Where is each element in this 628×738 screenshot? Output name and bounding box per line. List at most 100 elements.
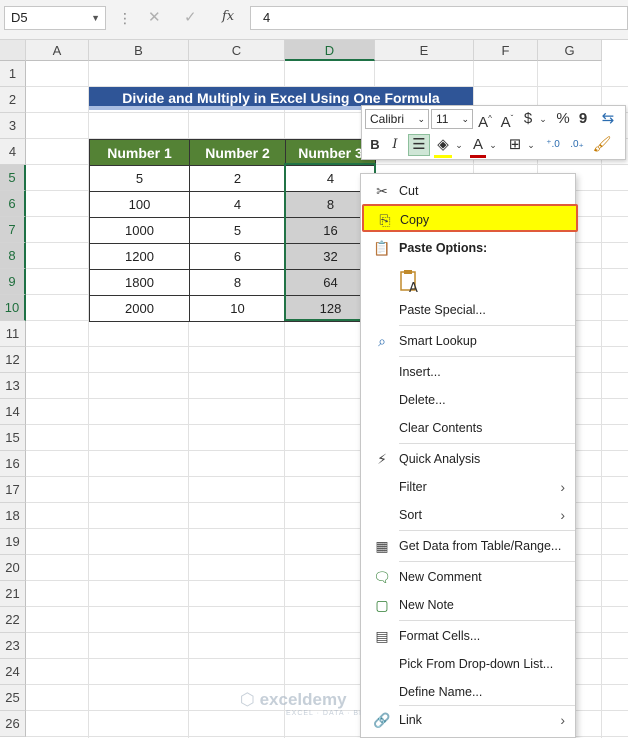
percent-icon[interactable]: % (554, 109, 572, 129)
menu-label: Pick From Drop-down List... (399, 657, 554, 671)
row-header-5[interactable]: 5 (0, 165, 26, 191)
row-header-25[interactable]: 25 (0, 685, 26, 711)
scissors-icon: ✂ (376, 183, 388, 199)
currency-icon[interactable]: $ (520, 109, 536, 129)
row-header-17[interactable]: 17 (0, 477, 26, 503)
row-header-16[interactable]: 16 (0, 451, 26, 477)
row-header-2[interactable]: 2 (0, 87, 26, 113)
column-header-e[interactable]: E (375, 40, 474, 61)
font-color-icon[interactable]: A (470, 135, 486, 158)
row-header-20[interactable]: 20 (0, 555, 26, 581)
menu-item-cut[interactable]: ✂ Cut (361, 177, 575, 205)
row-header-23[interactable]: 23 (0, 633, 26, 659)
row-header-11[interactable]: 11 (0, 321, 26, 347)
row-header-10[interactable]: 10 (0, 295, 26, 321)
row-header-26[interactable]: 26 (0, 711, 26, 737)
row-header-18[interactable]: 18 (0, 503, 26, 529)
table-header-cell[interactable]: Number 1 (89, 139, 190, 166)
menu-item-pick-dropdown[interactable]: Pick From Drop-down List... (361, 650, 575, 678)
table-cell[interactable]: 8 (189, 269, 286, 296)
chevron-down-icon[interactable]: ⌄ (538, 109, 548, 129)
row-header-6[interactable]: 6 (0, 191, 26, 217)
table-cell[interactable]: 1800 (89, 269, 190, 296)
increase-decimal-icon[interactable]: ⁺.0 (542, 135, 564, 155)
row-header-21[interactable]: 21 (0, 581, 26, 607)
fill-color-icon[interactable]: ◈ (434, 135, 452, 158)
table-cell[interactable]: 4 (189, 191, 286, 218)
row-header-14[interactable]: 14 (0, 399, 26, 425)
menu-item-link[interactable]: 🔗 Link › (361, 706, 575, 734)
row-header-3[interactable]: 3 (0, 113, 26, 139)
table-cell[interactable]: 2000 (89, 295, 190, 322)
table-cell[interactable]: 6 (189, 243, 286, 270)
table-cell[interactable]: 1000 (89, 217, 190, 244)
column-header-g[interactable]: G (538, 40, 602, 61)
menu-item-define-name[interactable]: Define Name... (361, 678, 575, 706)
row-header-12[interactable]: 12 (0, 347, 26, 373)
column-header-f[interactable]: F (474, 40, 538, 61)
chevron-down-icon[interactable]: ▼ (91, 7, 100, 29)
row-header-13[interactable]: 13 (0, 373, 26, 399)
row-header-7[interactable]: 7 (0, 217, 26, 243)
menu-item-get-data[interactable]: ▦ Get Data from Table/Range... (361, 532, 575, 560)
row-header-19[interactable]: 19 (0, 529, 26, 555)
menu-item-smart-lookup[interactable]: ⌕ Smart Lookup (361, 327, 575, 355)
column-header-b[interactable]: B (89, 40, 189, 61)
row-header-4[interactable]: 4 (0, 139, 26, 165)
column-header-c[interactable]: C (189, 40, 285, 61)
font-name-value: Calibri (370, 112, 405, 126)
font-size-select[interactable]: 11 ⌄ (431, 109, 473, 129)
decrease-font-icon[interactable]: Aˇ (498, 109, 516, 133)
menu-item-sort[interactable]: Sort › (361, 501, 575, 529)
select-all-corner[interactable] (0, 40, 26, 61)
mini-toolbar: Calibri ⌄ 11 ⌄ A^ Aˇ $ ⌄ % 9 ⇆ B I ☰ ◈ ⌄ A… (361, 105, 626, 160)
chevron-down-icon[interactable]: ⌄ (488, 135, 498, 155)
table-cell[interactable]: 10 (189, 295, 286, 322)
name-box[interactable]: D5 ▼ (4, 6, 106, 30)
menu-item-copy[interactable]: ⎘ Copy (362, 204, 578, 232)
menu-item-filter[interactable]: Filter › (361, 473, 575, 501)
table-cell[interactable]: 100 (89, 191, 190, 218)
menu-item-format-cells[interactable]: ▤ Format Cells... (361, 622, 575, 650)
increase-font-icon[interactable]: A^ (476, 109, 494, 133)
column-header-d[interactable]: D (285, 40, 375, 61)
insert-function-icon[interactable]: fx (222, 9, 234, 24)
menu-item-new-comment[interactable]: 🗨 New Comment (361, 563, 575, 591)
table-header-cell[interactable]: Number 2 (189, 139, 286, 166)
decrease-decimal-icon[interactable]: .0₊ (566, 135, 588, 155)
menu-item-paste-special[interactable]: Paste Special... (361, 296, 575, 324)
table-cell[interactable]: 5 (189, 217, 286, 244)
menu-item-new-note[interactable]: ▢ New Note (361, 591, 575, 619)
italic-button[interactable]: I (388, 135, 402, 155)
enter-icon[interactable]: ✓ (184, 8, 197, 26)
paste-clipboard-icon[interactable]: A (399, 268, 421, 296)
formula-input[interactable]: 4 (250, 6, 628, 30)
row-header-15[interactable]: 15 (0, 425, 26, 451)
chevron-down-icon[interactable]: ⌄ (526, 135, 536, 155)
chevron-right-icon: › (560, 712, 565, 728)
menu-item-insert[interactable]: Insert... (361, 358, 575, 386)
comma-style-icon[interactable]: 9 (576, 109, 590, 129)
borders-icon[interactable]: ⊞ (506, 135, 524, 155)
format-painter-icon[interactable]: 🖌 (592, 135, 612, 155)
font-name-select[interactable]: Calibri ⌄ (365, 109, 429, 129)
row-header-22[interactable]: 22 (0, 607, 26, 633)
wrap-text-icon[interactable]: ⇆ (598, 109, 618, 129)
table-cell[interactable]: 1200 (89, 243, 190, 270)
menu-item-quick-analysis[interactable]: ⚡ Quick Analysis (361, 445, 575, 473)
menu-item-delete[interactable]: Delete... (361, 386, 575, 414)
table-icon: ▦ (375, 538, 389, 554)
chevron-down-icon[interactable]: ⌄ (454, 135, 464, 155)
cancel-icon[interactable]: ✕ (148, 8, 161, 26)
row-header-1[interactable]: 1 (0, 61, 26, 87)
row-header-24[interactable]: 24 (0, 659, 26, 685)
table-cell[interactable]: 5 (89, 165, 190, 192)
bold-button[interactable]: B (367, 135, 383, 155)
row-header-8[interactable]: 8 (0, 243, 26, 269)
align-center-icon[interactable]: ☰ (408, 134, 430, 156)
table-cell[interactable]: 2 (189, 165, 286, 192)
column-header-a[interactable]: A (26, 40, 89, 61)
row-header-9[interactable]: 9 (0, 269, 26, 295)
menu-separator (399, 561, 575, 562)
menu-item-clear-contents[interactable]: Clear Contents (361, 414, 575, 442)
